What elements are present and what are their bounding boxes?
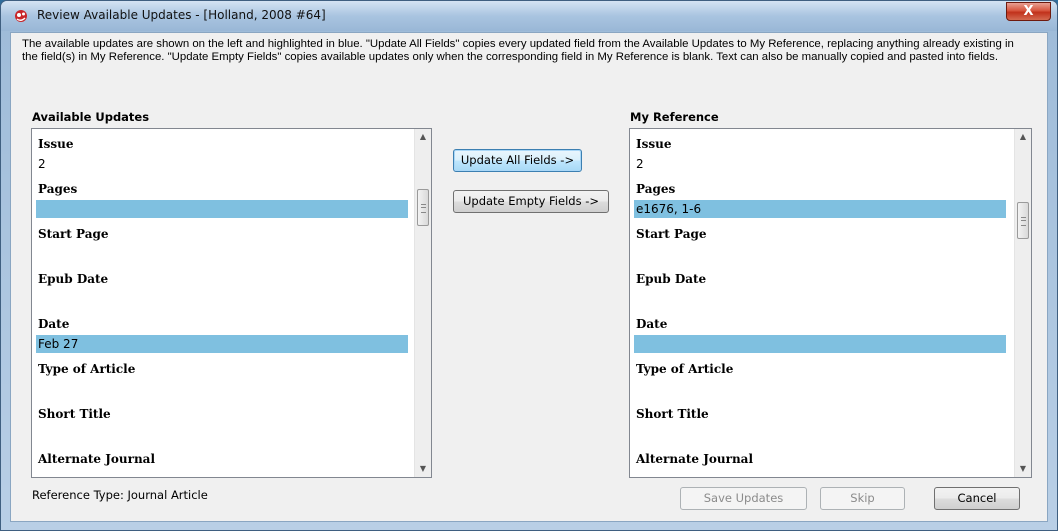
field-value[interactable]: [36, 425, 408, 443]
review-updates-window: Review Available Updates - [Holland, 200…: [0, 0, 1058, 531]
instructions-text: The available updates are shown on the l…: [22, 38, 1014, 63]
field-label: Type of Article: [636, 362, 734, 376]
field-value[interactable]: [634, 425, 1006, 443]
field-value[interactable]: [36, 470, 408, 477]
field-value[interactable]: [36, 200, 408, 218]
field-label: Epub Date: [38, 272, 109, 286]
field-label: Pages: [636, 182, 676, 196]
field-value[interactable]: [36, 245, 408, 263]
field-value[interactable]: [36, 290, 408, 308]
field-label: Short Title: [38, 407, 111, 421]
field-value[interactable]: 2: [634, 155, 1006, 173]
field-value[interactable]: 2: [36, 155, 408, 173]
field-value[interactable]: Feb 27: [36, 335, 408, 353]
close-icon: X: [1023, 4, 1034, 19]
field-value[interactable]: [634, 470, 1006, 477]
field-label: Date: [38, 317, 70, 331]
title-bar[interactable]: Review Available Updates - [Holland, 200…: [1, 1, 1057, 31]
window-title: Review Available Updates - [Holland, 200…: [37, 8, 326, 22]
field-label: Pages: [38, 182, 78, 196]
reference-type-label: Reference Type: Journal Article: [32, 488, 208, 502]
field-label: Type of Article: [38, 362, 136, 376]
update-all-fields-button[interactable]: Update All Fields ->: [453, 149, 582, 172]
field-label: Issue: [636, 137, 672, 151]
field-label: Start Page: [38, 227, 109, 241]
available-updates-scrollbar[interactable]: ▲ ▼: [414, 129, 431, 477]
cancel-button[interactable]: Cancel: [934, 487, 1020, 510]
scroll-down-arrow-icon[interactable]: ▼: [1015, 461, 1031, 477]
field-value[interactable]: e1676, 1-6: [634, 200, 1006, 218]
field-value[interactable]: [634, 245, 1006, 263]
field-label: Alternate Journal: [636, 452, 754, 466]
field-label: Short Title: [636, 407, 709, 421]
scroll-thumb[interactable]: [417, 189, 429, 226]
field-label: Epub Date: [636, 272, 707, 286]
field-label: Issue: [38, 137, 74, 151]
my-reference-label: My Reference: [630, 110, 719, 124]
available-updates-list[interactable]: ▲ ▼ Issue 2 Pages Start Page Epub Date Date Fe…: [31, 128, 432, 478]
field-value[interactable]: [634, 335, 1006, 353]
my-reference-scrollbar[interactable]: ▲ ▼: [1014, 129, 1031, 477]
save-updates-button[interactable]: Save Updates: [680, 487, 807, 510]
update-empty-fields-button[interactable]: Update Empty Fields ->: [453, 190, 609, 213]
close-button[interactable]: X: [1006, 2, 1051, 21]
scroll-down-arrow-icon[interactable]: ▼: [415, 461, 431, 477]
field-label: Start Page: [636, 227, 707, 241]
scroll-up-arrow-icon[interactable]: ▲: [1015, 129, 1031, 145]
available-updates-label: Available Updates: [32, 110, 150, 124]
scroll-thumb[interactable]: [1017, 202, 1029, 239]
field-value[interactable]: [634, 290, 1006, 308]
field-label: Alternate Journal: [38, 452, 156, 466]
scroll-up-arrow-icon[interactable]: ▲: [415, 129, 431, 145]
field-label: Date: [636, 317, 668, 331]
field-value[interactable]: [36, 380, 408, 398]
endnote-icon: [15, 10, 27, 22]
field-value[interactable]: [634, 380, 1006, 398]
skip-button[interactable]: Skip: [820, 487, 905, 510]
my-reference-list[interactable]: ▲ ▼ Issue 2 Pages e1676, 1-6 Start Page Epub …: [629, 128, 1032, 478]
